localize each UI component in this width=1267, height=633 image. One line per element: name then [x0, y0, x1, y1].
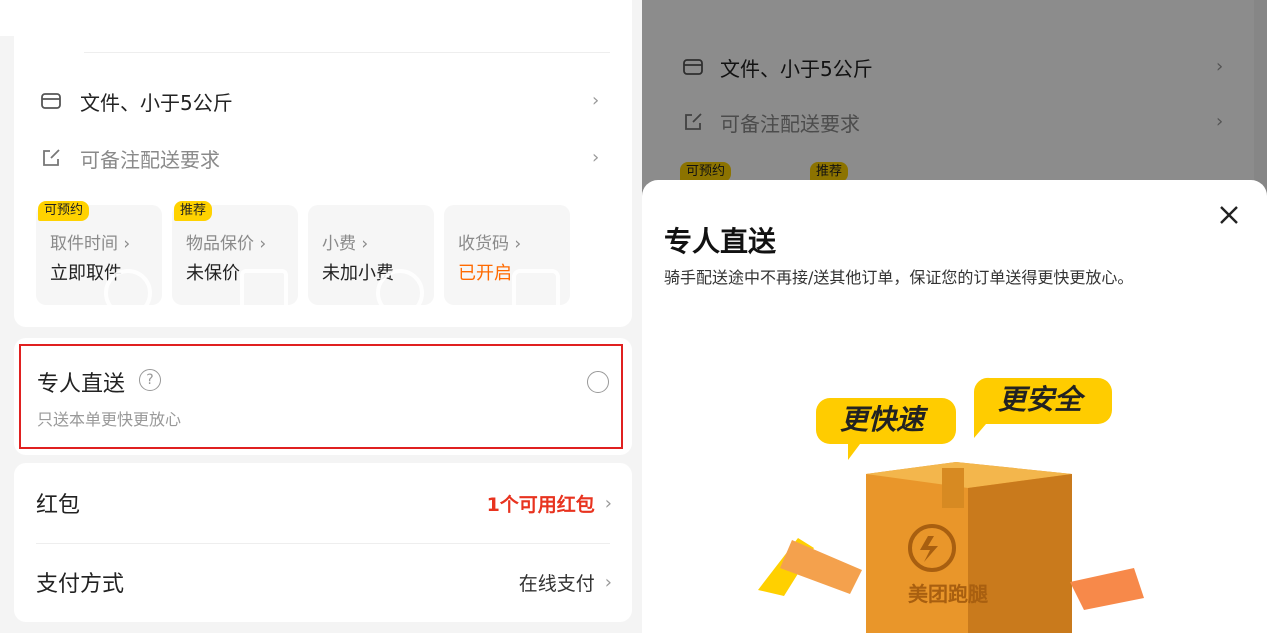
clock-icon	[104, 269, 152, 305]
sheet-description: 骑手配送途中不再接/送其他订单，保证您的订单送得更快更放心。	[664, 268, 1134, 287]
item-type-row[interactable]: 文件、小于5公斤	[40, 86, 233, 116]
sheet-title: 专人直送	[664, 225, 777, 258]
order-form-pane: 文件、小于5公斤 › 可备注配送要求 › 取件时间 › 立即取件 物品保价 › …	[0, 0, 632, 633]
receipt-code-option[interactable]: 收货码 › 已开启	[444, 205, 570, 305]
box-icon	[40, 90, 62, 112]
delivery-illustration: 更快速 更安全 美团跑腿	[752, 370, 1152, 633]
reservable-tag: 可预约	[38, 201, 90, 221]
direct-delivery-highlight[interactable]: 专人直送 ? 只送本单更快更放心	[19, 344, 623, 449]
option-value: 已开启	[458, 263, 512, 284]
direct-delivery-radio[interactable]	[587, 371, 609, 393]
yen-icon	[376, 269, 424, 305]
item-type-label: 文件、小于5公斤	[80, 90, 233, 115]
direct-delivery-title: 专人直送	[37, 372, 126, 397]
box-brand-logo: 美团跑腿	[908, 582, 988, 606]
recommend-tag: 推荐	[174, 201, 213, 221]
divider	[84, 52, 610, 53]
bubble-safe: 更安全	[998, 383, 1083, 416]
option-label: 物品保价 ›	[186, 234, 267, 254]
top-strip	[0, 0, 632, 36]
direct-delivery-subtitle: 只送本单更快更放心	[37, 410, 182, 429]
coupon-label: 红包	[36, 493, 81, 518]
option-label: 取件时间 ›	[50, 234, 131, 254]
remark-label: 可备注配送要求	[80, 147, 220, 172]
divider	[36, 543, 610, 544]
check-icon	[240, 269, 288, 305]
remark-row[interactable]: 可备注配送要求	[40, 143, 220, 173]
coupon-row[interactable]: 红包 1个可用红包 ›	[36, 485, 612, 521]
close-icon[interactable]	[1218, 204, 1240, 230]
direct-delivery-sheet-pane: 文件、小于5公斤 › 可备注配送要求 › 可预约 推荐 专人直送 骑手配送途中不…	[642, 0, 1267, 633]
chevron-right-icon: ›	[592, 147, 600, 168]
chevron-right-icon: ›	[604, 571, 612, 593]
edit-icon	[40, 147, 62, 169]
tip-option[interactable]: 小费 › 未加小费	[308, 205, 434, 305]
payment-label: 支付方式	[36, 572, 125, 597]
coupon-value: 1个可用红包	[486, 493, 595, 516]
option-label: 小费 ›	[322, 234, 369, 254]
payment-value: 在线支付	[518, 572, 595, 595]
option-value: 未保价	[186, 263, 240, 284]
payment-row[interactable]: 支付方式 在线支付 ›	[36, 564, 612, 600]
lock-icon	[512, 269, 560, 305]
chevron-right-icon: ›	[604, 492, 612, 514]
option-label: 收货码 ›	[458, 234, 522, 254]
help-icon[interactable]: ?	[139, 369, 161, 391]
bottom-sheet: 专人直送 骑手配送途中不再接/送其他订单，保证您的订单送得更快更放心。 更快速 …	[642, 180, 1267, 633]
chevron-right-icon: ›	[592, 90, 600, 111]
bubble-fast: 更快速	[840, 403, 925, 436]
